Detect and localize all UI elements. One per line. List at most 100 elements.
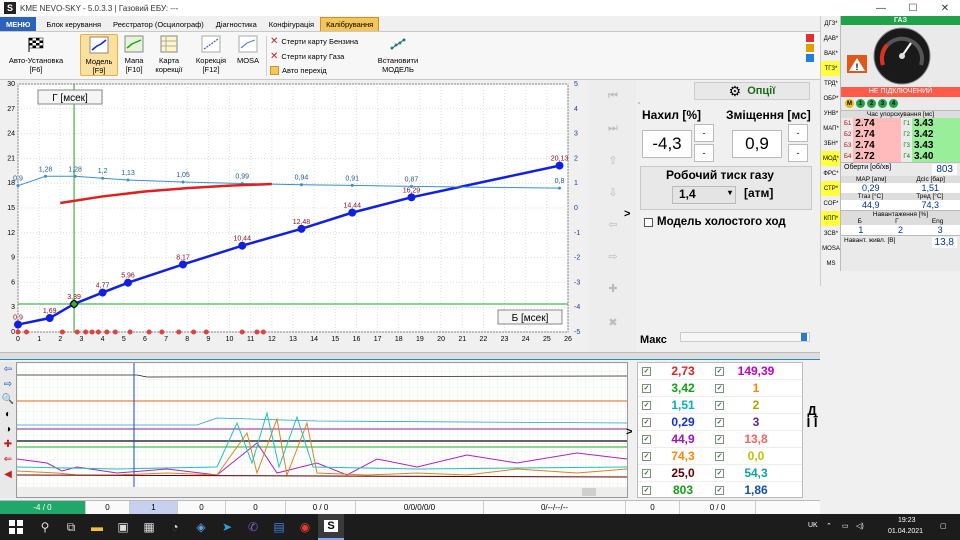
side-tab[interactable]: ТГЗ* (821, 61, 841, 76)
channel-checkbox[interactable]: ✓ (715, 468, 724, 478)
idle-model-checkbox[interactable]: Модель холостого ход (644, 216, 786, 228)
clock-app-icon[interactable]: ◔ (162, 514, 188, 540)
tab-configuration[interactable]: Конфігурація (263, 17, 320, 31)
network-icon[interactable]: ▭ (842, 522, 849, 530)
minimize-button[interactable]: — (866, 0, 896, 16)
add-point-icon[interactable]: ✚ (603, 278, 623, 298)
side-tab[interactable]: ВАК* (821, 46, 841, 61)
media-icon[interactable]: ▤ (266, 514, 292, 540)
side-tab[interactable]: КПП* (821, 211, 841, 226)
side-tab[interactable]: ЗБН* (821, 136, 841, 151)
kme-app-icon[interactable]: S (318, 514, 344, 540)
zoom-icon[interactable]: 🔍 (0, 392, 16, 407)
model-point[interactable] (407, 193, 416, 202)
slider-thumb[interactable] (801, 333, 807, 341)
tray-arrow-icon[interactable]: ⌃ (826, 522, 832, 530)
side-tab[interactable]: MOSA (821, 241, 841, 256)
telegram-icon[interactable]: ➤ (214, 514, 240, 540)
tab-recorder[interactable]: Реєстратор (Осцилограф) (107, 17, 210, 31)
add-marker-icon[interactable]: ✚ (0, 437, 16, 452)
file-explorer-icon[interactable]: ▬ (84, 514, 110, 540)
correction-map-button[interactable]: Карта корекції (150, 34, 188, 74)
viber-icon[interactable]: ✆ (240, 514, 266, 540)
side-tab[interactable]: МАП* (821, 121, 841, 136)
auto-switch-checkbox[interactable]: Авто перехід (270, 66, 327, 75)
model-point[interactable] (98, 288, 107, 297)
side-tab[interactable]: ДАВ* (821, 31, 841, 46)
splitter[interactable] (0, 352, 820, 360)
side-tab[interactable]: COF* (821, 196, 841, 211)
max-slider[interactable] (680, 332, 810, 342)
model-point[interactable] (14, 320, 22, 329)
notifications-icon[interactable]: ▢ (940, 522, 947, 530)
virtualbox-icon[interactable]: ◈ (188, 514, 214, 540)
down-arrow-icon[interactable]: ⇩ (603, 182, 623, 202)
tab-calibration[interactable]: Калібрування (320, 17, 380, 31)
channel-checkbox[interactable]: ✓ (715, 417, 724, 427)
model-chart[interactable]: 0 1 2 3 4 5 6 7 8 9 10 11 12 13 14 15 16 17 18 19 20 21 22 23 24… (0, 80, 590, 352)
pressure-select[interactable]: 1,4 ▾ (672, 186, 736, 204)
delete-point-icon[interactable]: ✖ (603, 312, 623, 332)
up-arrow-icon[interactable]: ⇧ (603, 150, 623, 170)
task-view-icon[interactable]: ⧉ (58, 514, 84, 540)
model-point[interactable] (348, 208, 357, 217)
channel-checkbox[interactable]: ✓ (715, 485, 724, 495)
channel-checkbox[interactable]: ✓ (642, 434, 651, 444)
channel-checkbox[interactable]: ✓ (642, 468, 651, 478)
model-point[interactable] (45, 314, 54, 323)
erase-petrol-map-button[interactable]: ✕ Стерти карту Бензина (270, 36, 358, 47)
right-arrow-icon[interactable]: ⇨ (603, 246, 623, 266)
set-model-button[interactable]: Встановити МОДЕЛЬ (372, 34, 424, 74)
channel-checkbox[interactable]: ✓ (715, 366, 724, 376)
channel-checkbox[interactable]: ✓ (715, 383, 724, 393)
side-tab[interactable]: ЗСВ* (821, 226, 841, 241)
channel-checkbox[interactable]: ✓ (642, 400, 651, 410)
offset-down-button[interactable]: - (788, 144, 808, 162)
channel-checkbox[interactable]: ✓ (642, 383, 651, 393)
oscilloscope-view[interactable] (16, 362, 628, 498)
side-tab[interactable]: MS (821, 256, 841, 271)
store-icon[interactable]: ▣ (110, 514, 136, 540)
channel-checkbox[interactable]: ✓ (642, 451, 651, 461)
left-arrow-icon[interactable]: ⇦ (603, 214, 623, 234)
model-point[interactable] (124, 278, 132, 287)
channel-checkbox[interactable]: ✓ (715, 400, 724, 410)
model-point[interactable] (238, 241, 247, 250)
left-arrow-icon[interactable]: ⇦ (0, 362, 16, 377)
search-icon[interactable]: ⚲ (32, 514, 58, 540)
channel-checkbox[interactable]: ✓ (642, 485, 651, 495)
side-tab[interactable]: УНВ* (821, 106, 841, 121)
map-button[interactable]: Мапа [F10] (120, 34, 148, 74)
correction-button[interactable]: Корекція [F12] (190, 34, 232, 74)
erase-gas-map-button[interactable]: ✕ Стерти карту Газа (270, 51, 344, 62)
side-tab[interactable]: ФРС* (821, 166, 841, 181)
slope-up-button[interactable]: - (694, 124, 714, 142)
expand-arrow-icon[interactable]: > (624, 208, 630, 220)
slope-value-field[interactable]: -4,3 (642, 130, 692, 158)
right-arrow-icon[interactable]: ⇨ (0, 377, 16, 392)
next-page-icon[interactable]: ⏭ (603, 118, 623, 138)
actions-label[interactable]: Д І Ї (806, 404, 818, 429)
model-point[interactable] (297, 224, 306, 233)
side-tab[interactable]: МОД* (821, 151, 841, 166)
model-point[interactable] (555, 161, 564, 170)
volume-icon[interactable]: ◁) (856, 522, 864, 530)
remove-marker-icon[interactable]: ⇐ (0, 452, 16, 467)
language-indicator[interactable]: UK (808, 522, 818, 529)
reset-icon[interactable]: ◑ (0, 422, 16, 437)
file-menu-button[interactable]: МЕНЮ (0, 17, 37, 31)
model-point[interactable] (179, 260, 187, 269)
calculator-icon[interactable]: ▦ (136, 514, 162, 540)
side-tab[interactable]: ОБР* (821, 91, 841, 106)
auto-setup-button[interactable]: Авто-Установка [F6] (4, 34, 68, 74)
options-button[interactable]: ⚙ Опції (694, 82, 810, 100)
tab-diagnostics[interactable]: Діагностика (210, 17, 263, 31)
maximize-button[interactable]: ☐ (898, 0, 928, 16)
side-tab[interactable]: ТРД* (821, 76, 841, 91)
tab-control-unit[interactable]: Блок керування (40, 17, 107, 31)
channel-checkbox[interactable]: ✓ (715, 434, 724, 444)
side-tab[interactable]: ДГЗ* (821, 16, 841, 31)
expand-values-arrow-icon[interactable]: > (626, 426, 632, 438)
channel-checkbox[interactable]: ✓ (715, 451, 724, 461)
slope-down-button[interactable]: - (694, 144, 714, 162)
